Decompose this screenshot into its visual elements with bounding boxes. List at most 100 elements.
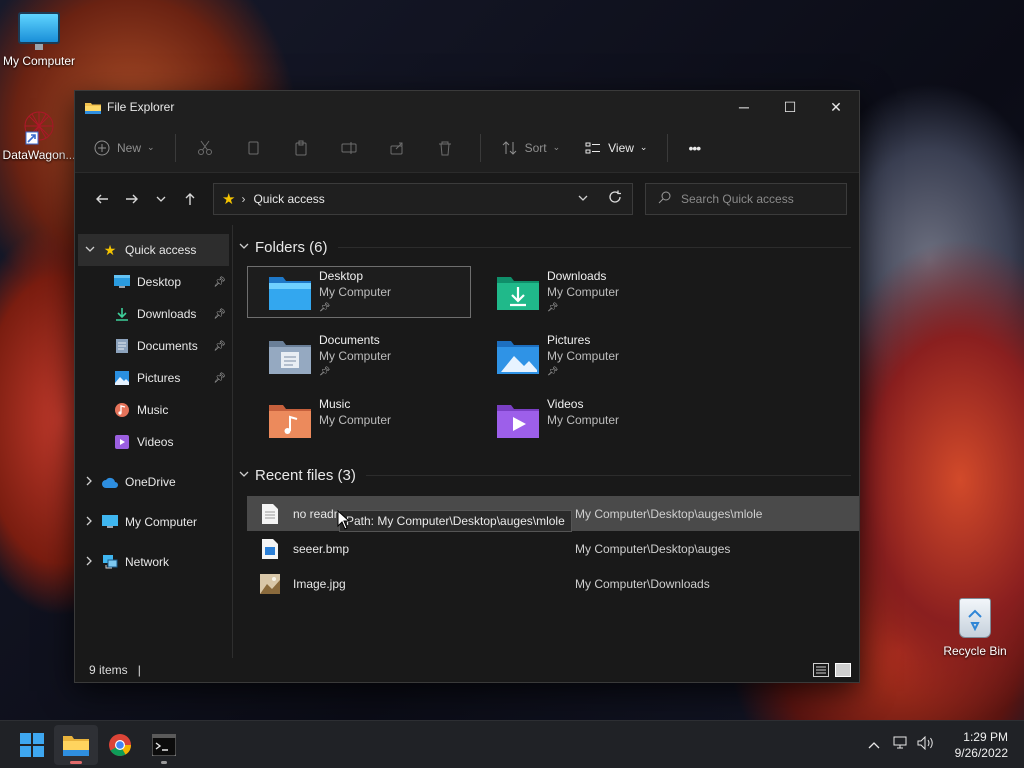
address-dropdown-icon[interactable] xyxy=(568,193,598,205)
clock-time: 1:29 PM xyxy=(963,729,1008,744)
folder-tile-downloads[interactable]: Downloads My Computer 📌︎ xyxy=(475,266,699,318)
sidebar-item-pictures[interactable]: Pictures 📌︎ xyxy=(75,362,232,394)
folder-tile-pictures[interactable]: Pictures My Computer 📌︎ xyxy=(475,330,699,382)
recent-file-row[interactable]: seeer.bmp My Computer\Desktop\auges xyxy=(239,531,859,566)
pin-icon: 📌︎ xyxy=(213,276,226,288)
sidebar-item-quick-access[interactable]: ★ Quick access xyxy=(78,234,229,266)
sidebar-item-label: Videos xyxy=(137,435,174,449)
folder-tile-music[interactable]: Music My Computer xyxy=(247,394,471,446)
recycle-bin-icon xyxy=(959,598,991,638)
cut-button[interactable] xyxy=(196,139,220,157)
pin-icon: 📌︎ xyxy=(319,366,331,376)
recent-files-group-header[interactable]: Recent files (3) xyxy=(239,460,859,490)
chevron-right-icon[interactable] xyxy=(85,516,101,529)
sidebar-item-downloads[interactable]: Downloads 📌︎ xyxy=(75,298,232,330)
documents-folder-icon xyxy=(269,338,311,374)
sidebar-item-desktop[interactable]: Desktop 📌︎ xyxy=(75,266,232,298)
image-file-icon xyxy=(259,573,281,595)
sidebar-item-network[interactable]: Network xyxy=(75,546,232,578)
address-bar[interactable]: ★ › Quick access xyxy=(213,183,633,215)
desktop-icon xyxy=(113,274,131,290)
taskbar-chrome[interactable] xyxy=(98,725,142,765)
sidebar-item-music[interactable]: Music xyxy=(75,394,232,426)
pin-icon: 📌︎ xyxy=(547,302,559,312)
chevron-right-icon[interactable] xyxy=(85,556,101,569)
sort-button[interactable]: Sort ⌄ xyxy=(501,139,561,157)
navigation-bar: ★ › Quick access xyxy=(75,173,859,225)
title-bar[interactable]: File Explorer ─ ☐ ✕ xyxy=(75,91,859,123)
new-button[interactable]: New ⌄ xyxy=(93,139,155,157)
desktop-icon-recycle-bin[interactable]: Recycle Bin xyxy=(936,598,1014,658)
active-indicator xyxy=(70,760,82,764)
clipboard-icon xyxy=(292,139,310,157)
folder-tile-desktop[interactable]: Desktop My Computer 📌︎ xyxy=(247,266,471,318)
minimize-button[interactable]: ─ xyxy=(721,91,767,123)
forward-arrow-icon[interactable] xyxy=(117,184,147,214)
up-arrow-icon[interactable] xyxy=(175,184,205,214)
system-tray: 1:29 PM 9/26/2022 xyxy=(861,729,1024,761)
status-bar: 9 items | xyxy=(75,658,859,682)
chevron-down-icon[interactable] xyxy=(239,242,255,253)
breadcrumb-chevron-icon[interactable]: › xyxy=(241,192,245,206)
paste-button[interactable] xyxy=(292,139,316,157)
search-box[interactable] xyxy=(645,183,847,215)
desktop-icon-label: My Computer xyxy=(2,54,76,68)
pin-icon: 📌︎ xyxy=(319,302,331,312)
search-input[interactable] xyxy=(681,192,831,206)
folder-icon xyxy=(63,735,89,756)
clock-date: 9/26/2022 xyxy=(954,745,1008,760)
network-status-icon[interactable] xyxy=(887,736,913,753)
cloud-icon xyxy=(101,474,119,490)
view-list-icon xyxy=(584,139,602,157)
sidebar-item-videos[interactable]: Videos xyxy=(75,426,232,458)
desktop-icon-my-computer[interactable]: My Computer xyxy=(0,12,78,68)
maximize-button[interactable]: ☐ xyxy=(767,91,813,123)
group-title: Folders (6) xyxy=(255,238,328,256)
taskbar: 1:29 PM 9/26/2022 xyxy=(0,720,1024,768)
recent-locations-chevron-icon[interactable] xyxy=(147,184,175,214)
tiles-view-icon[interactable] xyxy=(835,663,851,677)
chevron-right-icon[interactable] xyxy=(85,476,101,489)
chevron-up-icon[interactable] xyxy=(861,737,887,752)
back-arrow-icon[interactable] xyxy=(87,184,117,214)
sidebar-item-my-computer[interactable]: My Computer xyxy=(75,506,232,538)
close-button[interactable]: ✕ xyxy=(813,91,859,123)
folder-tile-videos[interactable]: Videos My Computer xyxy=(475,394,699,446)
chevron-down-icon: ⌄ xyxy=(552,142,561,152)
taskbar-terminal[interactable] xyxy=(142,725,186,765)
sidebar-item-documents[interactable]: Documents 📌︎ xyxy=(75,330,232,362)
system-clock[interactable]: 1:29 PM 9/26/2022 xyxy=(955,729,1008,761)
desktop-icon-datawagon[interactable]: DataWagon... xyxy=(0,106,78,162)
more-options-button[interactable]: ••• xyxy=(688,140,701,156)
chevron-down-icon: ⌄ xyxy=(147,142,155,152)
path-tooltip: Path: My Computer\Desktop\auges\mlole xyxy=(339,510,572,532)
delete-button[interactable] xyxy=(436,139,460,157)
folders-group-header[interactable]: Folders (6) xyxy=(239,232,859,262)
volume-icon[interactable] xyxy=(913,735,939,753)
divider xyxy=(365,474,851,476)
chevron-down-icon[interactable] xyxy=(239,470,255,481)
refresh-icon[interactable] xyxy=(598,190,632,208)
sidebar-item-onedrive[interactable]: OneDrive xyxy=(75,466,232,498)
divider xyxy=(337,246,851,248)
breadcrumb[interactable]: Quick access xyxy=(253,192,324,206)
chrome-icon xyxy=(109,733,131,756)
rename-button[interactable] xyxy=(340,139,364,157)
start-button[interactable] xyxy=(10,725,54,765)
view-button[interactable]: View ⌄ xyxy=(584,139,647,157)
file-path: My Computer\Desktop\auges\mlole xyxy=(575,506,763,521)
scissors-icon xyxy=(196,139,214,157)
pictures-folder-icon xyxy=(497,338,539,374)
group-title: Recent files (3) xyxy=(255,466,356,484)
folder-name: Videos xyxy=(547,397,584,411)
share-button[interactable] xyxy=(388,139,412,157)
copy-button[interactable] xyxy=(244,139,268,157)
sidebar-item-label: Desktop xyxy=(137,275,182,289)
folder-tile-documents[interactable]: Documents My Computer 📌︎ xyxy=(247,330,471,382)
folder-location: My Computer xyxy=(547,413,620,427)
details-view-icon[interactable] xyxy=(813,663,829,677)
recent-file-row[interactable]: Image.jpg My Computer\Downloads xyxy=(239,566,859,601)
rename-icon xyxy=(340,139,358,157)
taskbar-file-explorer[interactable] xyxy=(54,724,98,765)
chevron-down-icon[interactable] xyxy=(85,245,101,256)
